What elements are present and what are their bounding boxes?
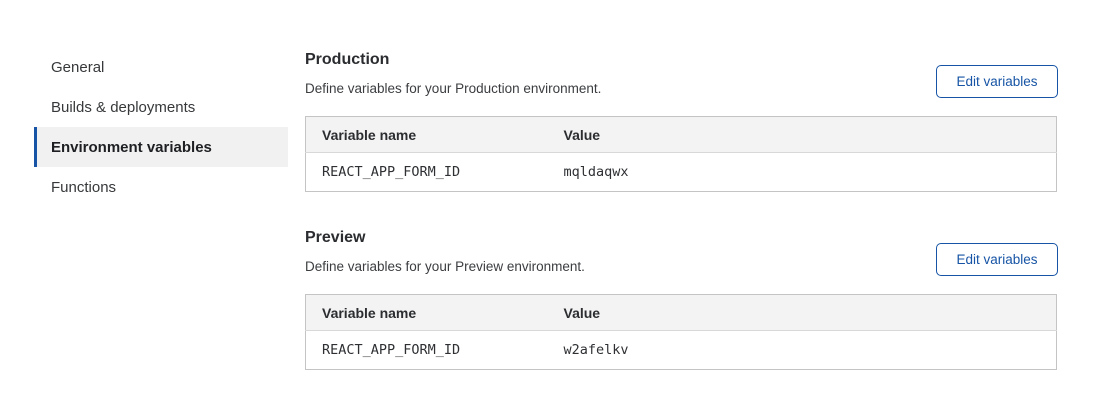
variable-value-cell: w2afelkv bbox=[548, 331, 1057, 370]
edit-variables-button-production[interactable]: Edit variables bbox=[936, 65, 1058, 98]
settings-sidebar: General Builds & deployments Environment… bbox=[34, 47, 288, 207]
column-header-value: Value bbox=[548, 295, 1057, 331]
variable-value-cell: mqldaqwx bbox=[548, 153, 1057, 192]
variable-name-cell: REACT_APP_FORM_ID bbox=[306, 331, 548, 370]
sidebar-item-label: Functions bbox=[51, 179, 116, 196]
preview-variables-table: Variable name Value REACT_APP_FORM_ID w2… bbox=[305, 294, 1057, 370]
environment-variables-settings-page: General Builds & deployments Environment… bbox=[0, 0, 1100, 420]
production-section-title: Production bbox=[305, 50, 389, 69]
sidebar-item-functions[interactable]: Functions bbox=[34, 167, 288, 207]
table-header-row: Variable name Value bbox=[306, 295, 1057, 331]
table-row: REACT_APP_FORM_ID mqldaqwx bbox=[306, 153, 1057, 192]
edit-variables-button-preview[interactable]: Edit variables bbox=[936, 243, 1058, 276]
sidebar-item-environment-variables[interactable]: Environment variables bbox=[34, 127, 288, 167]
sidebar-item-label: Builds & deployments bbox=[51, 99, 195, 116]
variable-name-cell: REACT_APP_FORM_ID bbox=[306, 153, 548, 192]
table-row: REACT_APP_FORM_ID w2afelkv bbox=[306, 331, 1057, 370]
production-section-description: Define variables for your Production env… bbox=[305, 81, 601, 97]
table-header-row: Variable name Value bbox=[306, 117, 1057, 153]
sidebar-item-label: Environment variables bbox=[51, 139, 212, 156]
sidebar-item-builds-deployments[interactable]: Builds & deployments bbox=[34, 87, 288, 127]
production-variables-table: Variable name Value REACT_APP_FORM_ID mq… bbox=[305, 116, 1057, 192]
sidebar-item-general[interactable]: General bbox=[34, 47, 288, 87]
column-header-value: Value bbox=[548, 117, 1057, 153]
column-header-variable-name: Variable name bbox=[306, 117, 548, 153]
sidebar-item-label: General bbox=[51, 59, 104, 76]
preview-section-description: Define variables for your Preview enviro… bbox=[305, 259, 585, 275]
preview-section-title: Preview bbox=[305, 228, 365, 247]
column-header-variable-name: Variable name bbox=[306, 295, 548, 331]
